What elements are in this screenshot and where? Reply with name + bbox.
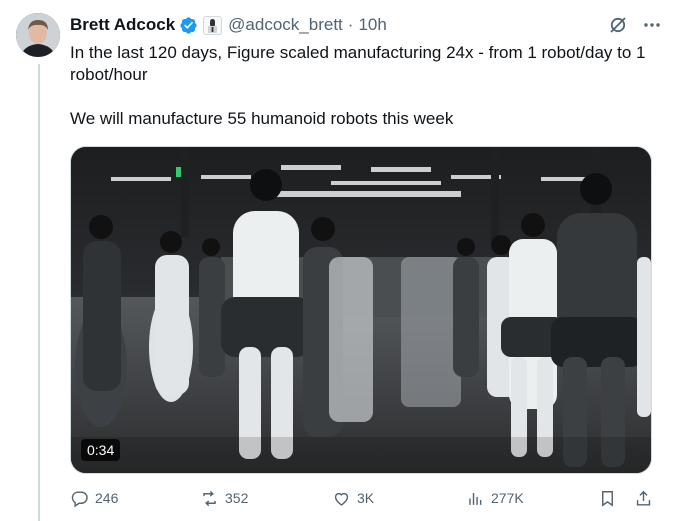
header-actions	[608, 15, 662, 35]
bookmark-icon	[602, 490, 613, 507]
like-count: 3K	[357, 490, 375, 506]
verified-badge-icon	[179, 16, 198, 35]
tweet-header: Brett Adcock @adcock_brett · 10h	[70, 14, 662, 36]
affiliate-badge-icon[interactable]	[203, 15, 223, 35]
author-name[interactable]: Brett Adcock	[70, 15, 175, 35]
more-icon[interactable]	[642, 15, 662, 35]
tweet-text-line: We will manufacture 55 humanoid robots t…	[70, 109, 454, 128]
views-icon	[469, 492, 482, 505]
reply-button[interactable]: 246	[70, 487, 118, 509]
bookmark-button[interactable]	[598, 487, 617, 509]
views-button[interactable]: 277K	[466, 487, 524, 509]
share-button[interactable]	[634, 487, 653, 509]
tweet-text-line: In the last 120 days, Figure scaled manu…	[70, 43, 646, 84]
thread-line	[38, 64, 40, 521]
repost-count: 352	[225, 490, 249, 506]
video-duration: 0:34	[81, 439, 121, 461]
grok-icon[interactable]	[608, 15, 628, 35]
separator-dot: ·	[347, 15, 354, 34]
tweet-video[interactable]: 0:34	[70, 146, 652, 474]
author-handle[interactable]: @adcock_brett	[228, 15, 343, 35]
avatar[interactable]	[16, 13, 60, 57]
like-icon	[334, 492, 349, 506]
reply-count: 246	[95, 490, 119, 506]
share-icon	[636, 490, 651, 506]
action-bar: 246 352 3K 277K	[66, 487, 660, 509]
like-button[interactable]: 3K	[332, 487, 374, 509]
reply-icon	[71, 490, 88, 507]
views-count: 277K	[491, 490, 524, 506]
tweet-time[interactable]: 10h	[358, 15, 386, 35]
video-thumbnail	[71, 147, 651, 473]
tweet-text: In the last 120 days, Figure scaled manu…	[70, 42, 660, 130]
repost-button[interactable]: 352	[200, 487, 248, 509]
repost-icon	[203, 490, 216, 506]
